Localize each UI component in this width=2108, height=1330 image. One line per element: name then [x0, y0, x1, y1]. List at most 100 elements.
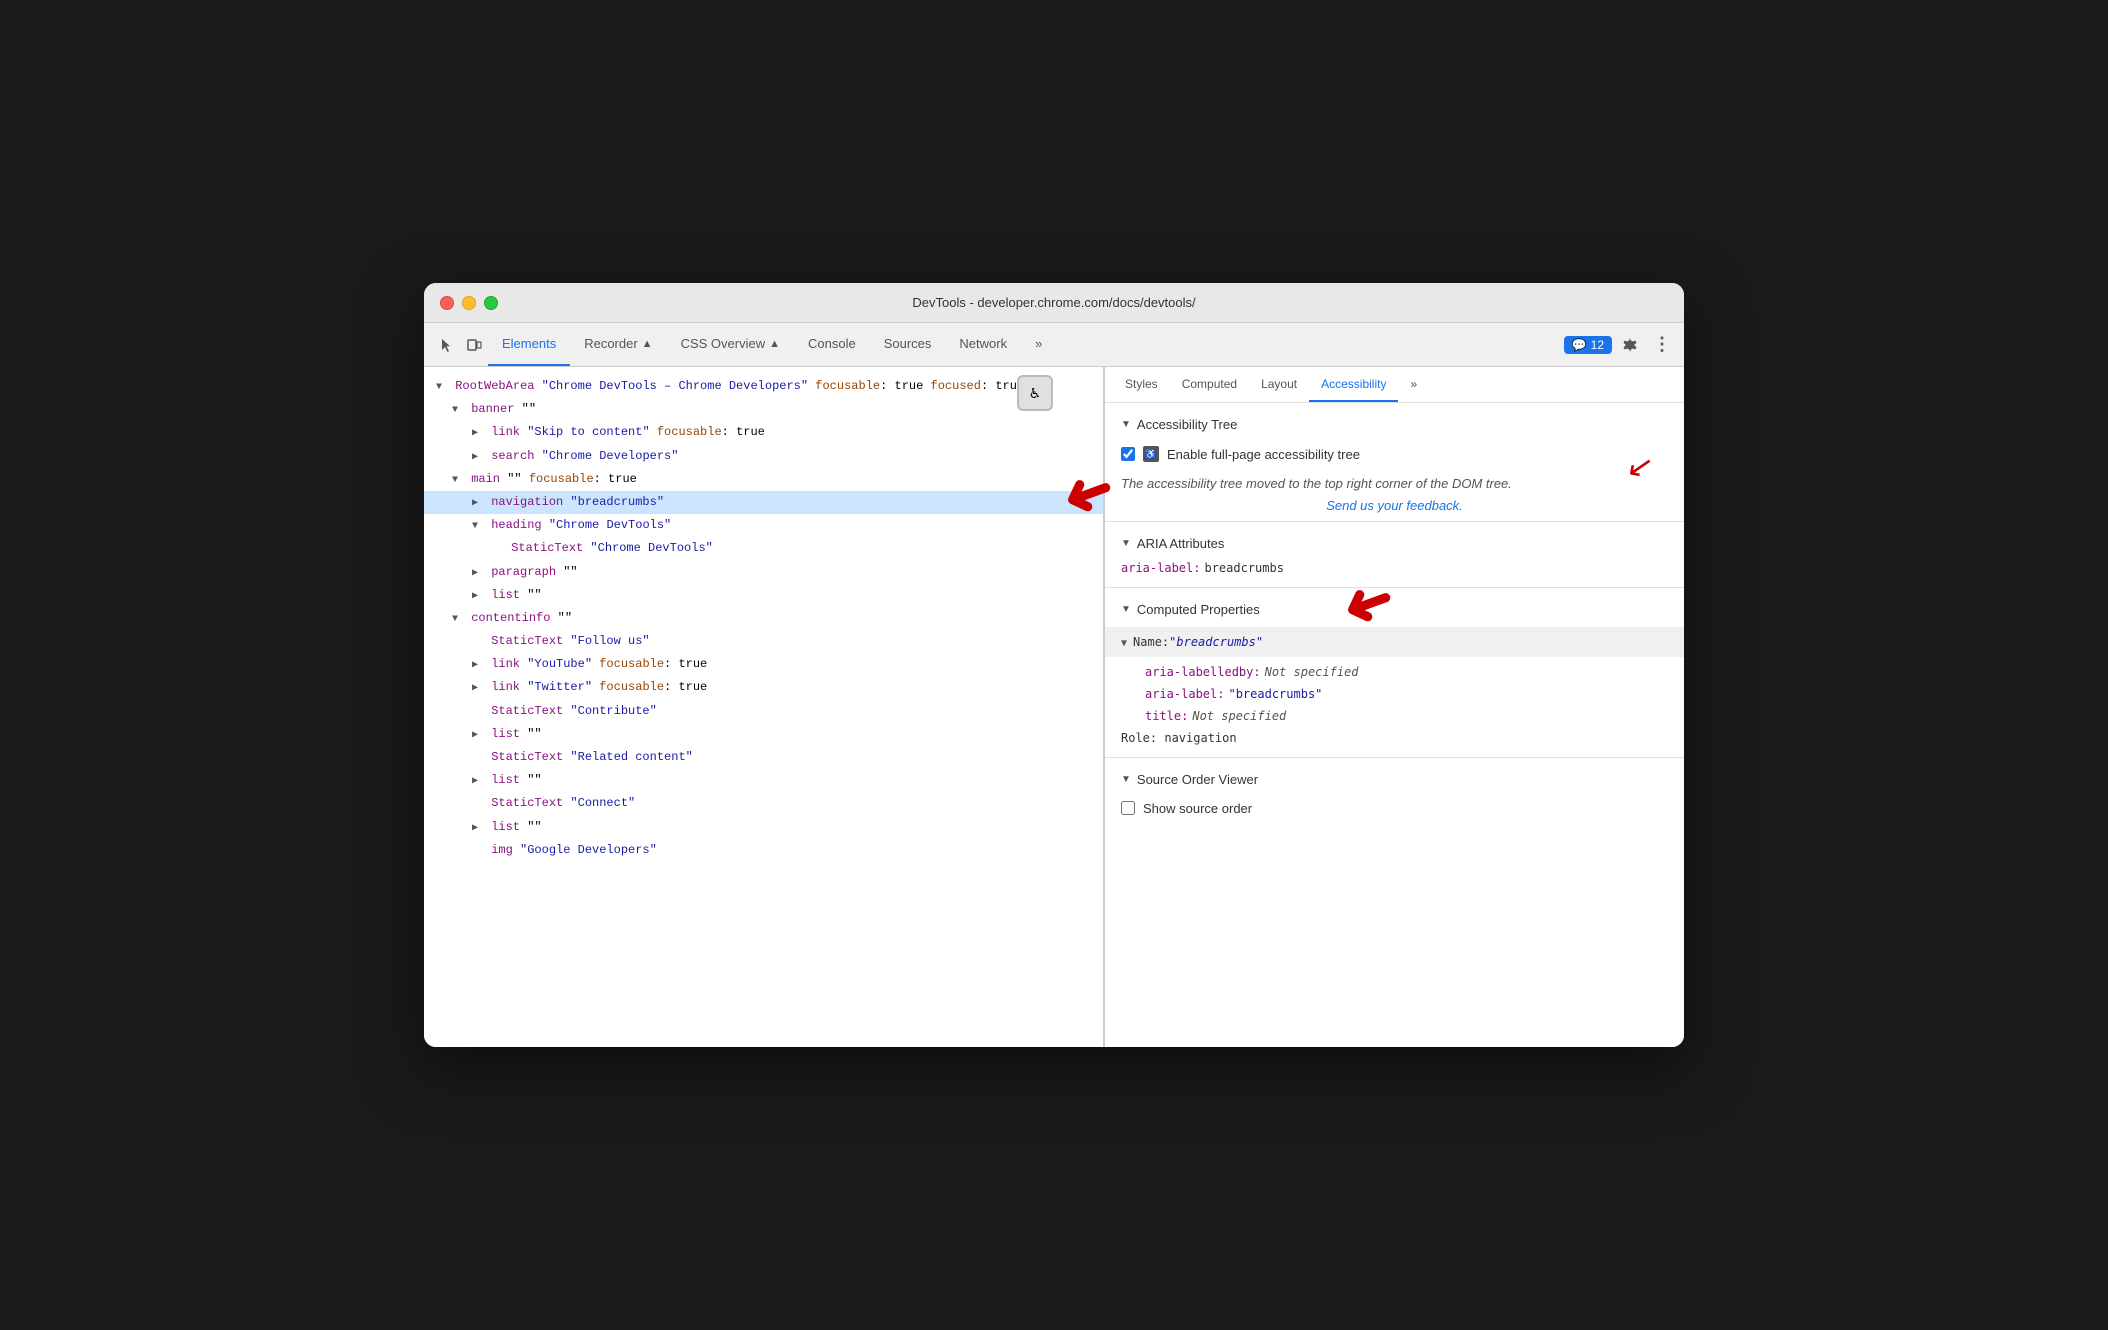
show-source-order-row: Show source order [1121, 793, 1668, 824]
tab-css-overview[interactable]: CSS Overview ▲ [667, 323, 794, 366]
tab-layout[interactable]: Layout [1249, 367, 1309, 402]
tree-line-paragraph[interactable]: paragraph "" [424, 561, 1103, 584]
tab-more[interactable]: » [1021, 323, 1056, 366]
device-icon [466, 337, 482, 353]
tree-line-img[interactable]: img "Google Developers" [424, 839, 1103, 862]
tree-line-statictext-connect[interactable]: StaticText "Connect" [424, 792, 1103, 815]
title-key: title: [1145, 709, 1188, 723]
chat-count: 12 [1591, 338, 1604, 352]
expand-arrow[interactable] [436, 380, 448, 396]
computed-properties-section: ▼ Computed Properties ▼ Name: "breadcrum… [1105, 588, 1684, 758]
name-value: "breadcrumbs" [1169, 635, 1263, 649]
tree-line-list4[interactable]: list "" [424, 816, 1103, 839]
expand-arrow-para[interactable] [472, 566, 484, 582]
tree-line-heading[interactable]: heading "Chrome DevTools" [424, 514, 1103, 537]
tree-line-statictext-contribute[interactable]: StaticText "Contribute" [424, 700, 1103, 723]
devtools-window: DevTools - developer.chrome.com/docs/dev… [424, 283, 1684, 1047]
settings-btn[interactable] [1616, 331, 1644, 359]
a11y-icon: ♿ [1143, 446, 1159, 462]
devtools-header: Elements Recorder ▲ CSS Overview ▲ Conso… [424, 323, 1684, 367]
tab-network[interactable]: Network [945, 323, 1021, 366]
computed-name: ▼ Name: "breadcrumbs" [1121, 631, 1684, 653]
expand-arrow-nav[interactable] [472, 496, 484, 512]
device-toggle-btn[interactable] [460, 331, 488, 359]
tree-line-list2[interactable]: list "" [424, 723, 1103, 746]
minimize-button[interactable] [462, 296, 476, 310]
role-label: Role: [1121, 731, 1164, 745]
show-source-order-checkbox[interactable] [1121, 801, 1135, 815]
tree-line-statictext-related[interactable]: StaticText "Related content" [424, 746, 1103, 769]
expand-arrow-youtube[interactable] [472, 658, 484, 674]
tree-line-list3[interactable]: list "" [424, 769, 1103, 792]
tab-right-more[interactable]: » [1398, 367, 1429, 402]
accessibility-person-icon: ♿ [1030, 383, 1040, 403]
tree-line-banner[interactable]: banner "" [424, 398, 1103, 421]
more-options-btn[interactable]: ⋮ [1648, 331, 1676, 359]
expand-arrow-banner[interactable] [452, 403, 464, 419]
tree-line-main[interactable]: main "" focusable: true [424, 468, 1103, 491]
traffic-lights [440, 296, 498, 310]
computed-properties-header[interactable]: ▼ Computed Properties [1121, 596, 1668, 623]
tree-line-link-skip[interactable]: link "Skip to content" focusable: true [424, 421, 1103, 444]
tab-sources[interactable]: Sources [870, 323, 946, 366]
expand-arrow-list1[interactable] [472, 589, 484, 605]
expand-arrow-list3[interactable] [472, 774, 484, 790]
maximize-button[interactable] [484, 296, 498, 310]
aria-label-computed-row: aria-label: "breadcrumbs" [1121, 683, 1668, 705]
recorder-icon: ▲ [642, 338, 653, 350]
settings-icon [1622, 337, 1638, 353]
tab-elements[interactable]: Elements [488, 323, 570, 366]
tree-line-statictext-chrome[interactable]: StaticText "Chrome DevTools" [424, 537, 1103, 560]
expand-arrow-skip[interactable] [472, 426, 484, 442]
tree-line-link-twitter[interactable]: link "Twitter" focusable: true [424, 676, 1103, 699]
computed-name-row: ▼ Name: "breadcrumbs" [1105, 627, 1684, 657]
close-button[interactable] [440, 296, 454, 310]
source-order-header[interactable]: ▼ Source Order Viewer [1121, 766, 1668, 793]
tree-line-link-youtube[interactable]: link "YouTube" focusable: true [424, 653, 1103, 676]
tree-line-navigation[interactable]: navigation "breadcrumbs" [424, 491, 1103, 514]
expand-arrow-contentinfo[interactable] [452, 612, 464, 628]
source-order-section: ▼ Source Order Viewer Show source order [1105, 758, 1684, 832]
expand-arrow-list2[interactable] [472, 728, 484, 744]
enable-a11y-tree-row: ♿ Enable full-page accessibility tree [1121, 438, 1668, 470]
expand-arrow-heading[interactable] [472, 519, 484, 535]
dom-tree-panel[interactable]: ♿ RootWebArea "Chrome DevTools – Chrome … [424, 367, 1104, 1047]
tab-recorder[interactable]: Recorder ▲ [570, 323, 666, 366]
tab-styles[interactable]: Styles [1113, 367, 1170, 402]
aria-label-computed-value: "breadcrumbs" [1228, 687, 1322, 701]
devtools-content: ♿ RootWebArea "Chrome DevTools – Chrome … [424, 367, 1684, 1047]
tab-computed[interactable]: Computed [1170, 367, 1249, 402]
cursor-icon-btn[interactable] [432, 331, 460, 359]
accessibility-info-text: The accessibility tree moved to the top … [1121, 470, 1668, 498]
cursor-icon [438, 337, 454, 353]
enable-a11y-tree-checkbox[interactable] [1121, 447, 1135, 461]
role-row: Role: navigation [1121, 727, 1668, 749]
source-collapse-arrow: ▼ [1121, 774, 1131, 785]
role-value: navigation [1164, 731, 1236, 745]
tab-accessibility[interactable]: Accessibility [1309, 367, 1398, 402]
expand-arrow-search[interactable] [472, 450, 484, 466]
expand-arrow-twitter[interactable] [472, 681, 484, 697]
tab-console[interactable]: Console [794, 323, 870, 366]
tree-line-list1[interactable]: list "" [424, 584, 1103, 607]
aria-collapse-arrow: ▼ [1121, 538, 1131, 549]
main-tabs: Elements Recorder ▲ CSS Overview ▲ Conso… [488, 323, 1056, 366]
section-collapse-arrow: ▼ [1121, 419, 1131, 430]
aria-attributes-header[interactable]: ▼ ARIA Attributes [1121, 530, 1668, 557]
aria-attributes-section: ▼ ARIA Attributes aria-label: breadcrumb… [1105, 522, 1684, 588]
accessibility-toggle-btn[interactable]: ♿ [1017, 375, 1053, 411]
right-tabs: Styles Computed Layout Accessibility » [1105, 367, 1684, 403]
expand-arrow-list4[interactable] [472, 821, 484, 837]
accessibility-tree-section: ▼ Accessibility Tree ♿ Enable full-page … [1105, 403, 1684, 522]
aria-label-computed-key: aria-label: [1145, 687, 1224, 701]
chat-badge[interactable]: 💬 12 [1564, 336, 1612, 354]
aria-label-value: breadcrumbs [1204, 561, 1283, 575]
tree-line-search[interactable]: search "Chrome Developers" [424, 445, 1103, 468]
expand-arrow-main[interactable] [452, 473, 464, 489]
tree-line-contentinfo[interactable]: contentinfo "" [424, 607, 1103, 630]
tree-line-rootwebarea[interactable]: RootWebArea "Chrome DevTools – Chrome De… [424, 375, 1103, 398]
tree-line-statictext-follow[interactable]: StaticText "Follow us" [424, 630, 1103, 653]
accessibility-tree-header[interactable]: ▼ Accessibility Tree [1121, 411, 1668, 438]
css-overview-icon: ▲ [769, 338, 780, 350]
feedback-link[interactable]: Send us your feedback. [1121, 498, 1668, 513]
